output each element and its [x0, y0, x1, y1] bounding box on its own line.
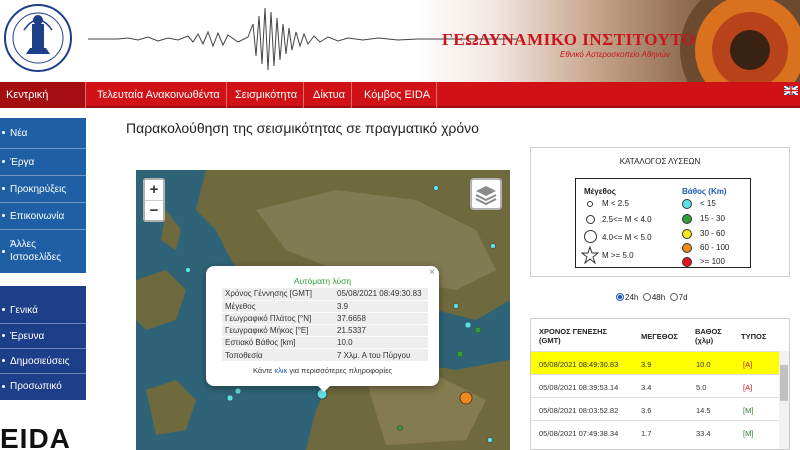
table-row: Γεωγραφικό Μήκος [°E] 21.5337: [222, 324, 428, 338]
legend-box: Μέγεθος Βάθος (Km) M < 2.5 2.5<= M < 4.0…: [575, 178, 751, 268]
legend-panel-title: ΚΑΤΑΛΟΓΟΣ ΛΥΣΕΩΝ: [619, 157, 701, 166]
zoom-in-button[interactable]: +: [145, 180, 163, 200]
sidebar-item-other-sites[interactable]: Άλλες Ιστοσελίδες: [0, 232, 86, 272]
depth-green-swatch: [682, 214, 692, 224]
col-header-magnitude: ΜΕΓΕΘΟΣ: [641, 332, 678, 341]
radio-48h[interactable]: [642, 293, 651, 301]
english-language-flag-icon[interactable]: [784, 86, 798, 95]
popup-footer: Κάντε κλικ για περισσότερες πληροφορίες: [252, 366, 393, 375]
legend-depth-1: < 15: [700, 199, 716, 208]
table-row: Τοποθεσία 7 Χλμ. Α του Πύργου: [222, 348, 428, 362]
table-row[interactable]: 05/08/2021 08:39:53.14 3.4 5.0 [A]: [531, 374, 779, 397]
radio-24h[interactable]: [616, 293, 624, 301]
nav-networks[interactable]: Δίκτυα: [307, 82, 353, 108]
popup-details-table: Χρόνος Γέννησης [GMT] 05/08/2021 08:49:30…: [222, 288, 428, 362]
col-header-time: ΧΡΟΝΟΣ ΓΕΝΕΣΗΣ (GMT): [539, 327, 608, 345]
magnitude-medium-circle-icon: [586, 215, 595, 224]
nav-seismicity[interactable]: Σεισμικότητα: [229, 82, 305, 108]
col-header-type: ΤΥΠΟΣ: [741, 332, 767, 341]
nav-home[interactable]: Κεντρική Σελίδα: [0, 82, 86, 127]
sidebar-item-staff[interactable]: Προσωπικό: [0, 374, 86, 400]
nav-eida-node[interactable]: Κόμβος EIDA: [358, 82, 438, 108]
radio-48h-label: 48h: [651, 293, 666, 302]
sidebar-item-research[interactable]: Έρευνα: [0, 324, 86, 349]
radio-7d-label: 7d: [678, 293, 688, 302]
table-row: Μέγεθος 3.9: [222, 300, 428, 313]
solutions-table: ΧΡΟΝΟΣ ΓΕΝΕΣΗΣ (GMT) ΜΕΓΕΘΟΣ ΒΑΘΟΣ (χλμ) Τ…: [530, 318, 790, 450]
site-header: ΓΕΩΔΥΝΑΜΙΚΟ ΙΝΣΤΙΤΟΥΤΟ Εθνικό Αστεροσκοπ…: [0, 0, 800, 82]
observatory-seal-logo[interactable]: [2, 0, 76, 80]
more-info-link[interactable]: κλικ: [274, 366, 287, 375]
radio-7d[interactable]: [669, 293, 678, 301]
map-layers-button[interactable]: [470, 178, 502, 210]
eida-logo[interactable]: EIDA: [0, 423, 71, 450]
site-subtitle: Εθνικό Αστεροσκοπείο Αθηνών: [560, 50, 670, 59]
popup-title: Αυτόματη λύση: [293, 276, 352, 286]
depth-header: Βάθος (Km): [682, 187, 727, 196]
magnitude-header: Μέγεθος: [584, 187, 616, 196]
magnitude-large-circle-icon: [584, 230, 597, 243]
sidebar-item-projects[interactable]: Έργα: [0, 149, 86, 176]
magnitude-star-icon: [581, 246, 599, 264]
legend-magnitude-4: M >= 5.0: [602, 251, 634, 260]
legend-magnitude-2: 2.5<= M < 4.0: [602, 215, 652, 224]
page-title: Παρακολούθηση της σεισμικότητας σε πραγμ…: [126, 120, 479, 136]
sidebar-item-general[interactable]: Γενικά: [0, 297, 86, 324]
earthquake-info-popup: × Αυτόματη λύση Χρόνος Γέννησης [GMT] 05/…: [206, 266, 439, 386]
map-zoom-control: + −: [143, 178, 165, 222]
solutions-legend-panel: ΚΑΤΑΛΟΓΟΣ ΛΥΣΕΩΝ Μέγεθος Βάθος (Km) M < …: [530, 147, 790, 277]
table-row: Γεωγραφικό Πλάτος [°N] 37.6658: [222, 312, 428, 326]
scrollbar-thumb[interactable]: [780, 365, 788, 401]
table-row[interactable]: 05/08/2021 07:49:38.34 1.7 33.4 [M]: [531, 420, 779, 443]
table-row: Εστιακό Βάθος [km] 10.0: [222, 336, 428, 350]
nav-announcements[interactable]: Τελευταία Ανακοινωθέντα: [91, 82, 227, 108]
zoom-out-button[interactable]: −: [145, 200, 163, 220]
table-row[interactable]: 05/08/2021 08:49:30.83 3.9 10.0 [A]: [531, 351, 779, 374]
legend-depth-2: 15 - 30: [700, 214, 725, 223]
sidebar-news-menu: Νέα Έργα Προκηρύξεις Επικοινωνία Άλλες Ι…: [0, 118, 86, 273]
depth-orange-swatch: [682, 243, 692, 253]
sidebar-item-announcements[interactable]: Προκηρύξεις: [0, 176, 86, 203]
time-range-filter: 24h 48h 7d: [616, 293, 688, 302]
table-row[interactable]: 05/08/2021 08:03:52.82 3.6 14.5 [M]: [531, 397, 779, 420]
sidebar-item-news[interactable]: Νέα: [0, 118, 86, 149]
magnitude-small-circle-icon: [587, 201, 593, 207]
depth-red-swatch: [682, 257, 692, 267]
depth-cyan-swatch: [682, 199, 692, 209]
sidebar-item-contact[interactable]: Επικοινωνία: [0, 203, 86, 230]
sidebar-institute-menu: Γενικά Έρευνα Δημοσιεύσεις Προσωπικό: [0, 286, 86, 400]
table-scrollbar[interactable]: [779, 351, 789, 449]
legend-depth-3: 30 - 60: [700, 229, 725, 238]
col-header-depth: ΒΑΘΟΣ (χλμ): [695, 327, 722, 345]
depth-yellow-swatch: [682, 229, 692, 239]
site-title: ΓΕΩΔΥΝΑΜΙΚΟ ΙΝΣΤΙΤΟΥΤΟ: [442, 30, 696, 49]
legend-depth-4: 60 - 100: [700, 243, 730, 252]
legend-magnitude-3: 4.0<= M < 5.0: [602, 233, 652, 242]
radio-24h-label: 24h: [625, 293, 639, 302]
sidebar-item-publications[interactable]: Δημοσιεύσεις: [0, 349, 86, 374]
layers-icon: [475, 186, 497, 206]
main-nav: Κεντρική Σελίδα Τελευταία Ανακοινωθέντα …: [0, 82, 800, 127]
table-row: Χρόνος Γέννησης [GMT] 05/08/2021 08:49:30…: [222, 288, 428, 301]
popup-pointer: [316, 384, 332, 392]
legend-depth-5: >= 100: [700, 257, 725, 266]
legend-magnitude-1: M < 2.5: [602, 199, 629, 208]
